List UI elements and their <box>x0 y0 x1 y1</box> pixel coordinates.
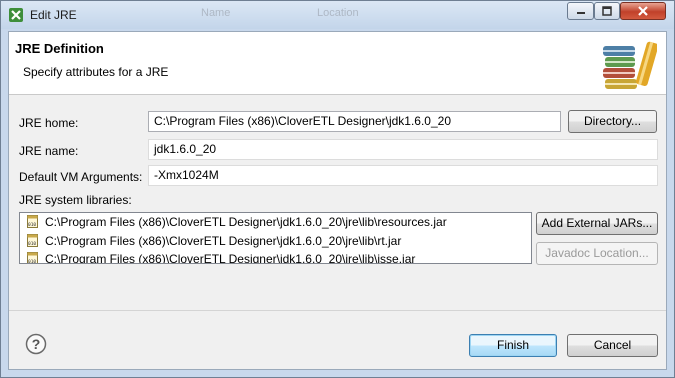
maximize-button[interactable] <box>594 2 620 20</box>
library-path: C:\Program Files (x86)\CloverETL Designe… <box>45 252 416 264</box>
list-item[interactable]: 010 C:\Program Files (x86)\CloverETL Des… <box>27 213 447 231</box>
system-libraries-list[interactable]: 010 C:\Program Files (x86)\CloverETL Des… <box>19 212 532 264</box>
app-icon <box>9 8 23 22</box>
list-item[interactable]: 010 C:\Program Files (x86)\CloverETL Des… <box>27 250 416 264</box>
title-bar[interactable]: Edit JRE Name Location <box>1 1 674 29</box>
javadoc-location-button[interactable]: Javadoc Location... <box>536 242 658 265</box>
header-title: JRE Definition <box>15 41 104 56</box>
library-books-icon <box>603 41 657 89</box>
minimize-button[interactable] <box>567 2 594 20</box>
maximize-icon <box>602 6 612 16</box>
close-icon <box>638 6 648 16</box>
svg-text:010: 010 <box>28 259 36 264</box>
vm-arguments-input[interactable]: -Xmx1024M <box>148 165 658 186</box>
footer-divider <box>9 310 666 311</box>
library-path: C:\Program Files (x86)\CloverETL Designe… <box>45 234 402 248</box>
jre-name-label: JRE name: <box>19 144 79 158</box>
window-title: Edit JRE <box>30 8 77 22</box>
directory-button[interactable]: Directory... <box>568 110 657 133</box>
wizard-header: JRE Definition Specify attributes for a … <box>9 32 666 95</box>
help-icon[interactable]: ? <box>25 333 47 355</box>
header-subtitle: Specify attributes for a JRE <box>23 65 169 79</box>
list-item[interactable]: 010 C:\Program Files (x86)\CloverETL Des… <box>27 232 402 250</box>
jre-home-label: JRE home: <box>19 116 79 130</box>
close-button[interactable] <box>620 2 666 20</box>
cancel-button[interactable]: Cancel <box>567 334 658 357</box>
vm-arguments-label: Default VM Arguments: <box>19 170 143 184</box>
edit-jre-dialog: Edit JRE Name Location JRE Definition Sp… <box>0 0 675 378</box>
jar-icon: 010 <box>27 252 38 264</box>
svg-text:010: 010 <box>28 222 36 228</box>
svg-text:?: ? <box>32 336 41 352</box>
jar-icon: 010 <box>27 215 38 228</box>
svg-text:010: 010 <box>28 241 36 247</box>
minimize-icon <box>576 12 585 14</box>
add-external-jars-button[interactable]: Add External JARs... <box>536 212 658 235</box>
system-libraries-label: JRE system libraries: <box>19 193 132 207</box>
background-column-name: Name <box>201 7 231 19</box>
dialog-body: JRE Definition Specify attributes for a … <box>8 31 667 370</box>
jre-home-input[interactable]: C:\Program Files (x86)\CloverETL Designe… <box>148 111 561 132</box>
finish-button[interactable]: Finish <box>469 334 557 357</box>
background-column-location: Location <box>317 7 359 19</box>
jre-name-input[interactable]: jdk1.6.0_20 <box>148 139 658 160</box>
library-path: C:\Program Files (x86)\CloverETL Designe… <box>45 215 447 229</box>
jar-icon: 010 <box>27 234 38 247</box>
